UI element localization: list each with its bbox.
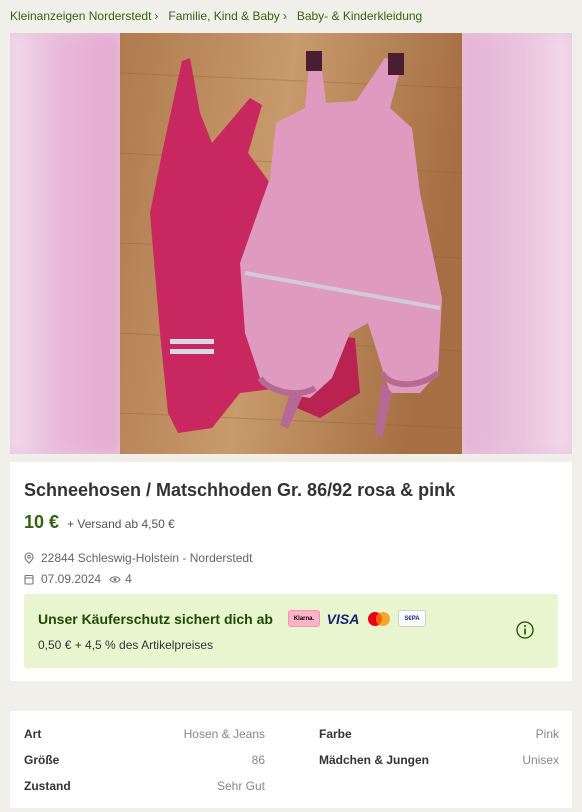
buyer-protection-box: Unser Käuferschutz sichert dich ab 0,50 … <box>24 594 558 668</box>
detail-label: Größe <box>24 753 60 767</box>
image-gallery[interactable] <box>10 33 572 454</box>
shipping-info: + Versand ab 4,50 € <box>67 517 175 531</box>
visa-logo: VISA <box>326 610 360 627</box>
listing-title: Schneehosen / Matschhoden Gr. 86/92 rosa… <box>24 480 456 500</box>
detail-row: Mädchen & Jungen Unisex <box>319 753 559 769</box>
detail-value: Sehr Gut <box>216 779 265 793</box>
detail-label: Art <box>24 727 42 741</box>
breadcrumb-item-subcategory[interactable]: Baby- & Kinderkleidung <box>297 9 422 23</box>
chevron-right-icon: › <box>282 9 287 23</box>
detail-value: Pink <box>535 727 559 741</box>
price-row: 10 € + Versand ab 4,50 € <box>24 512 175 533</box>
info-icon[interactable] <box>516 621 534 639</box>
buyer-protection-title: Unser Käuferschutz sichert dich ab <box>38 611 273 627</box>
detail-label: Zustand <box>24 779 71 793</box>
listing-location[interactable]: 22844 Schleswig-Holstein - Norderstedt <box>41 551 252 565</box>
detail-row: Farbe Pink <box>319 727 559 743</box>
gallery-blur-right <box>462 33 572 454</box>
views-counter: 4 <box>109 572 132 586</box>
date-row: 07.09.2024 4 <box>24 572 132 586</box>
location-row: 22844 Schleswig-Holstein - Norderstedt <box>24 551 252 565</box>
gallery-blur-left <box>10 33 120 454</box>
detail-value: Unisex <box>522 753 559 767</box>
detail-value: Hosen & Jeans <box>183 727 265 741</box>
mastercard-logo <box>366 610 392 627</box>
detail-row: Größe 86 <box>24 753 265 769</box>
listing-photo[interactable] <box>120 33 462 454</box>
chevron-right-icon: › <box>154 9 159 23</box>
detail-row: Zustand Sehr Gut <box>24 779 265 795</box>
detail-label: Farbe <box>319 727 352 741</box>
location-pin-icon <box>24 552 34 564</box>
details-table: Art Hosen & Jeans Größe 86 Zustand Sehr … <box>10 711 572 808</box>
breadcrumb: Kleinanzeigen Norderstedt › Familie, Kin… <box>10 8 422 24</box>
listing-date: 07.09.2024 <box>41 572 102 586</box>
calendar-icon <box>24 574 34 585</box>
listing-price: 10 € <box>24 512 60 532</box>
detail-value: 86 <box>251 753 265 767</box>
views-count: 4 <box>125 572 132 586</box>
eye-icon <box>109 575 121 583</box>
sepa-logo: S€PA <box>398 610 426 627</box>
buyer-protection-fee: 0,50 € + 4,5 % des Artikelpreises <box>38 638 214 652</box>
klarna-logo: Klarna. <box>288 610 320 627</box>
detail-row: Art Hosen & Jeans <box>24 727 265 743</box>
detail-label: Mädchen & Jungen <box>319 753 430 767</box>
listing-card: Schneehosen / Matschhoden Gr. 86/92 rosa… <box>10 462 572 681</box>
breadcrumb-item-location[interactable]: Kleinanzeigen Norderstedt <box>10 9 151 23</box>
breadcrumb-item-category[interactable]: Familie, Kind & Baby <box>168 9 279 23</box>
